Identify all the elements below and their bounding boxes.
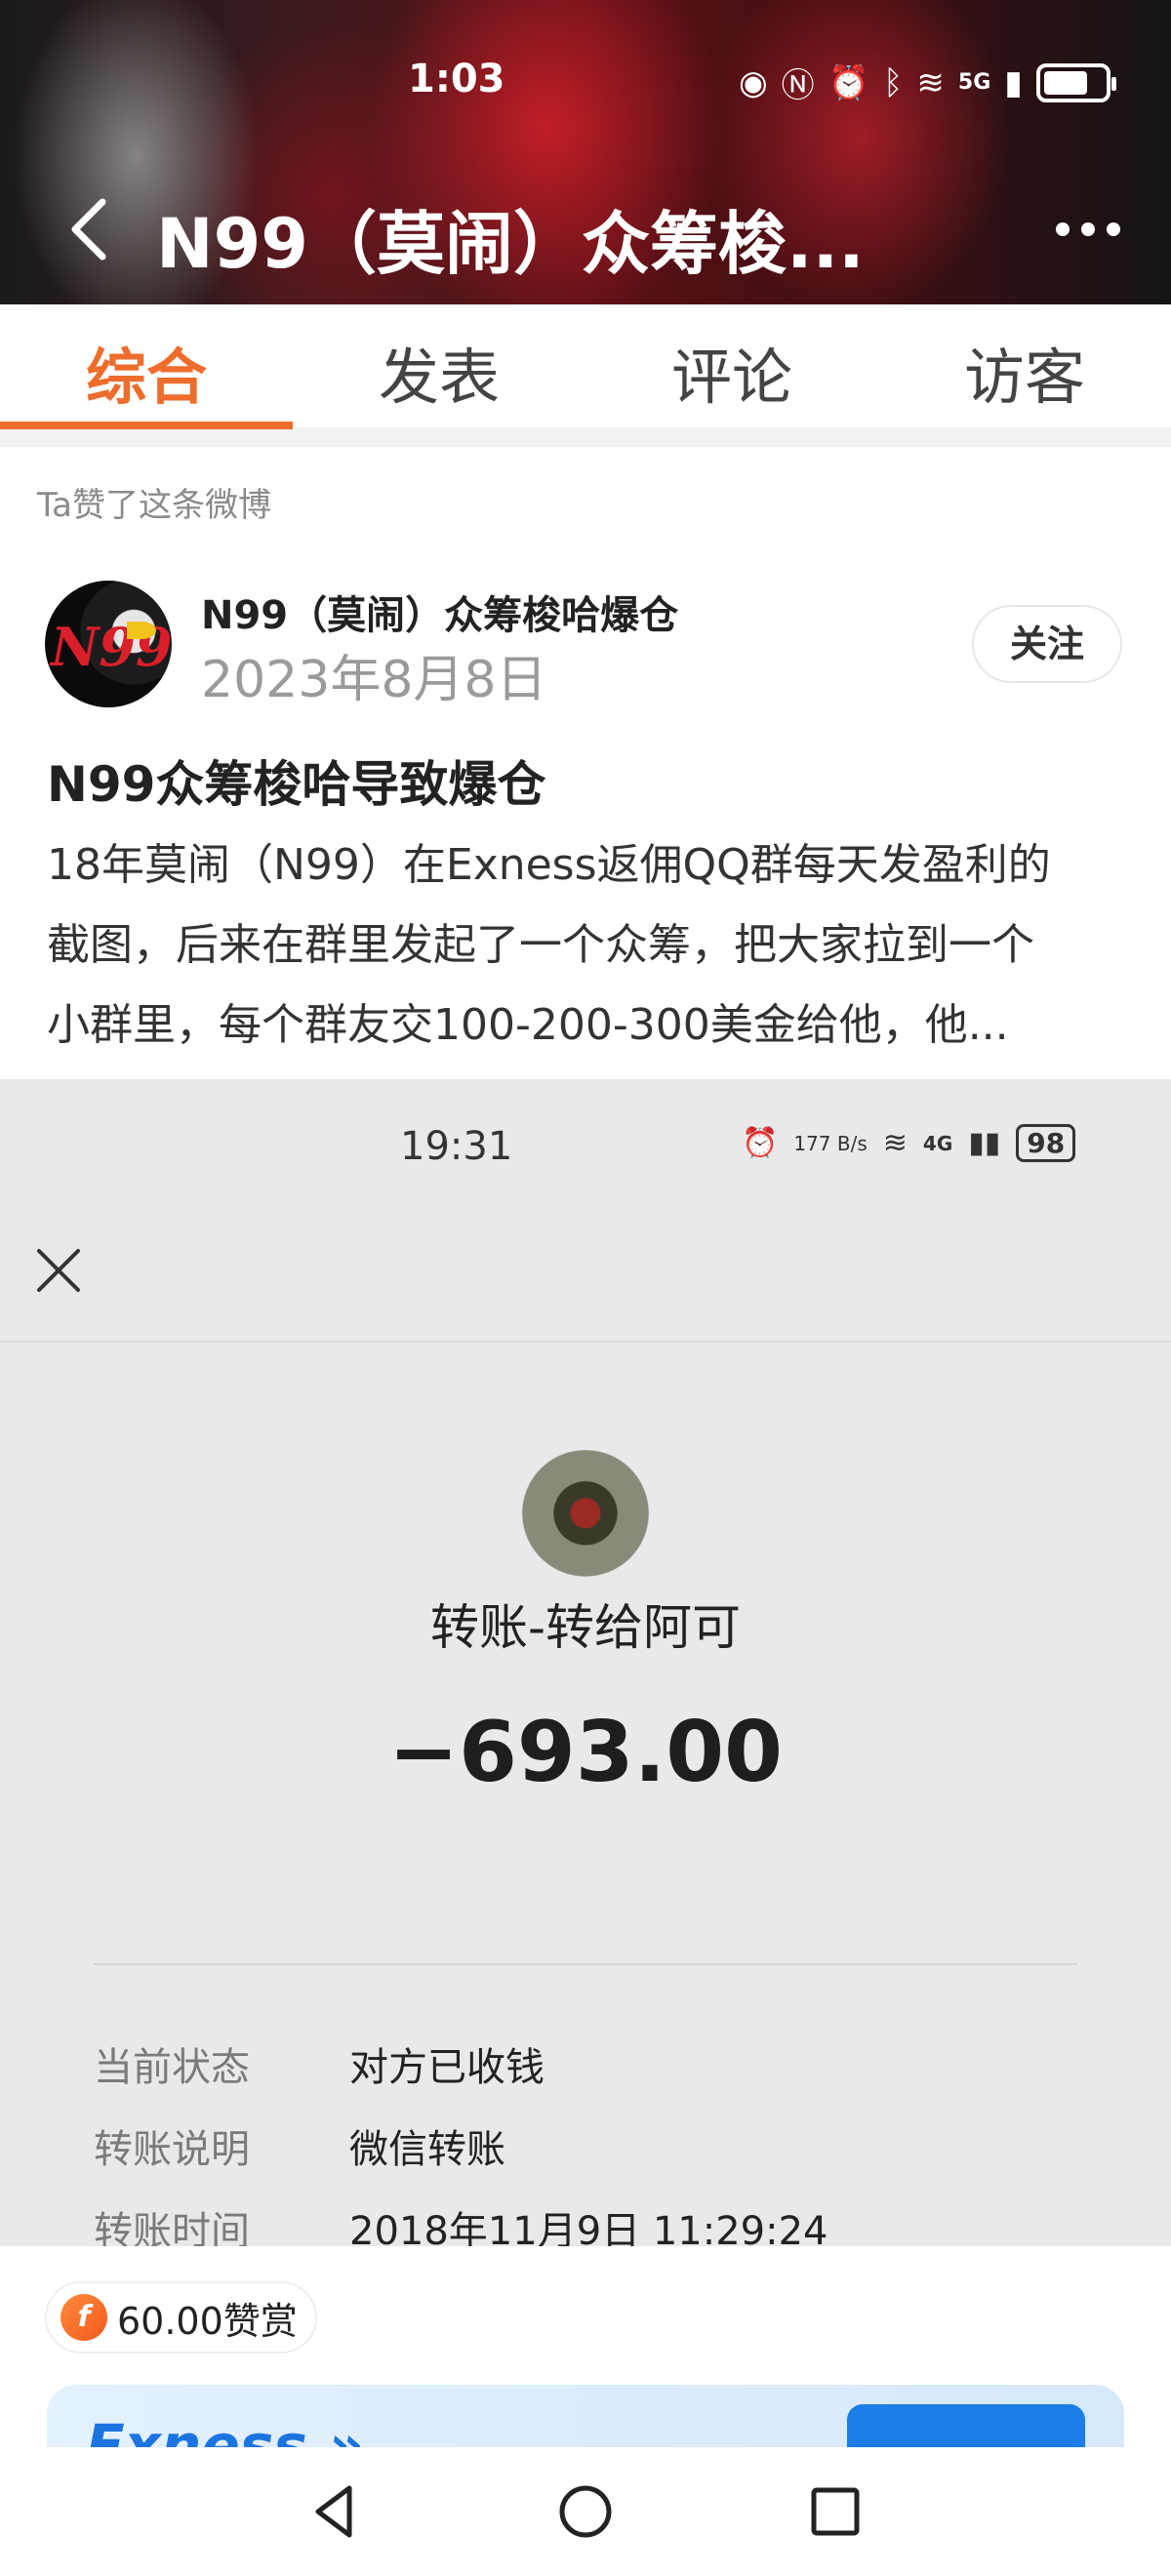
section-divider <box>0 429 1171 447</box>
close-icon <box>37 1249 80 1292</box>
detail-value: 对方已收钱 <box>349 2045 545 2090</box>
nav-back-button[interactable] <box>304 2480 367 2543</box>
post-body-line: 小群里，每个群友交100-200-300美金给他，他... <box>47 1000 1009 1050</box>
more-dot-icon <box>1081 222 1095 236</box>
recipient-avatar <box>515 1450 656 1590</box>
divider <box>94 1963 1077 1965</box>
more-dot-icon <box>1056 222 1070 236</box>
detail-key: 转账说明 <box>94 2127 250 2172</box>
wifi-icon: ≋ <box>882 1126 908 1160</box>
coin-icon: f <box>61 2294 107 2341</box>
battery-icon: 98 <box>1016 1124 1076 1162</box>
reward-button[interactable]: f 60.00赞赏 <box>45 2281 317 2354</box>
detail-value: 2018年11月9日 11:29:24 <box>349 2209 828 2246</box>
follow-button[interactable]: 关注 <box>972 605 1122 683</box>
tab-overview[interactable]: 综合 <box>0 304 293 429</box>
tab-visitors[interactable]: 访客 <box>878 304 1171 427</box>
more-dot-icon <box>1107 222 1120 236</box>
back-button[interactable] <box>54 190 132 268</box>
alarm-icon: ⏰ <box>828 62 869 102</box>
detail-key: 当前状态 <box>94 2045 250 2090</box>
tab-bar: 综合 发表 评论 访客 <box>0 304 1171 429</box>
system-nav-bar <box>0 2447 1171 2576</box>
author-avatar[interactable]: N99 <box>45 581 172 707</box>
post-title[interactable]: N99众筹梭哈导致爆仓 <box>47 745 545 816</box>
liked-note: Ta赞了这条微博 <box>37 486 271 525</box>
post-body-line: 18年莫闹（N99）在Exness返佣QQ群每天发盈利的 <box>47 840 1051 890</box>
eagle-beak <box>127 622 156 639</box>
image-status-time: 19:31 <box>400 1124 513 1169</box>
bluetooth-icon: ᛒ <box>883 62 904 102</box>
square-recents-icon <box>811 2487 860 2536</box>
nav-home-button[interactable] <box>554 2480 617 2543</box>
tab-posts[interactable]: 发表 <box>293 304 586 427</box>
alarm-icon: ⏰ <box>742 1126 779 1160</box>
detail-row-time: 转账时间 2018年11月9日 11:29:24 <box>94 2199 1167 2246</box>
detail-key: 转账时间 <box>94 2209 250 2246</box>
reward-label: 60.00赞赏 <box>117 2299 298 2343</box>
profile-header: 1:03 ◉ Ⓝ ⏰ ᛒ ≋ 5G ▮ N99（莫闹）众筹梭... <box>0 0 1171 304</box>
detail-row-note: 转账说明 微信转账 <box>94 2117 1167 2174</box>
detail-value: 微信转账 <box>349 2127 505 2172</box>
post-body[interactable]: 18年莫闹（N99）在Exness返佣QQ群每天发盈利的 截图，后来在群里发起了… <box>47 825 1140 1066</box>
signal-icon: ▮ <box>1004 62 1023 102</box>
battery-icon <box>1036 62 1116 102</box>
tab-comments[interactable]: 评论 <box>586 304 878 427</box>
signal-icon: ▮▮ <box>968 1126 1001 1160</box>
image-status-icons: ⏰ 177 B/s ≋ 4G ▮▮ 98 <box>742 1124 1076 1162</box>
back-arrow-icon <box>71 198 106 261</box>
triangle-back-icon <box>315 2485 352 2538</box>
detail-row-status: 当前状态 对方已收钱 <box>94 2035 1167 2092</box>
circle-home-icon <box>559 2485 612 2538</box>
page-title: N99（莫闹）众筹梭... <box>156 204 865 284</box>
eye-icon: ◉ <box>738 62 768 102</box>
transfer-title: 转账-转给阿可 <box>429 1599 742 1656</box>
more-options-button[interactable] <box>1044 205 1132 254</box>
speed-label: 177 B/s <box>793 1131 868 1155</box>
author-name[interactable]: N99（莫闹）众筹梭哈爆仓 <box>201 584 678 640</box>
status-bar: 1:03 ◉ Ⓝ ⏰ ᛒ ≋ 5G ▮ <box>0 49 1171 127</box>
title-bar: N99（莫闹）众筹梭... <box>0 176 1171 284</box>
nav-recents-button[interactable] <box>804 2480 867 2543</box>
post-image[interactable]: 19:31 ⏰ 177 B/s ≋ 4G ▮▮ 98 转账-转给阿可 −693.… <box>0 1079 1171 2246</box>
status-time: 1:03 <box>408 57 505 101</box>
divider <box>0 1341 1171 1343</box>
network-label: 4G <box>922 1131 953 1155</box>
status-icons: ◉ Ⓝ ⏰ ᛒ ≋ 5G ▮ <box>738 59 1116 106</box>
post-date: 2023年8月8日 <box>201 651 547 709</box>
network-label: 5G <box>957 70 991 95</box>
post-body-line: 截图，后来在群里发起了一个众筹，把大家拉到一个 <box>47 920 1034 970</box>
wifi-icon: ≋ <box>916 62 945 102</box>
transfer-amount: −693.00 <box>388 1704 783 1801</box>
nfc-icon: Ⓝ <box>781 66 815 105</box>
